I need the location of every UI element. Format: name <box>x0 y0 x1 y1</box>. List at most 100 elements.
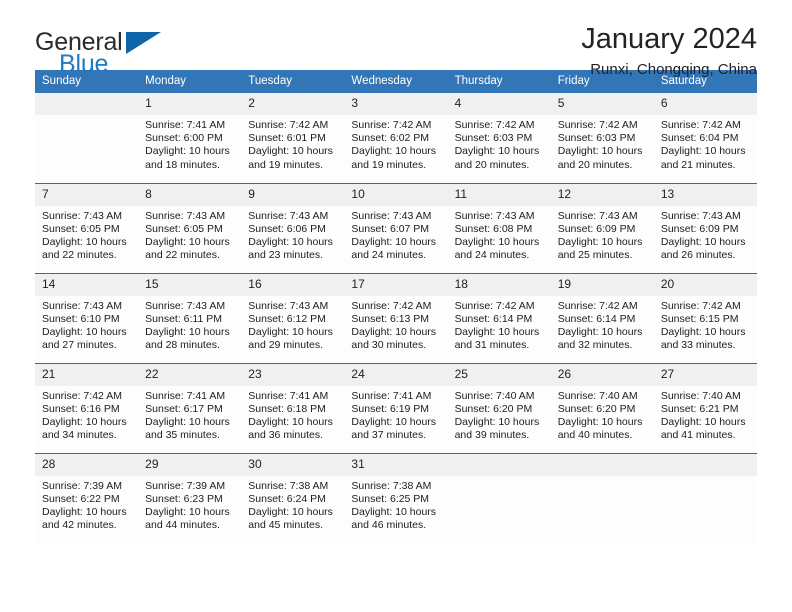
day-number: 14 <box>35 273 139 296</box>
day-cell[interactable]: 13 Sunrise: 7:43 AM Sunset: 6:09 PM Dayl… <box>653 182 757 273</box>
day-details: Sunrise: 7:43 AM Sunset: 6:05 PM Dayligh… <box>35 206 138 263</box>
day-cell[interactable]: 11 Sunrise: 7:43 AM Sunset: 6:08 PM Dayl… <box>447 182 551 273</box>
day-number: 22 <box>138 363 242 386</box>
page-title: January 2024 <box>581 23 757 55</box>
day-details: Sunrise: 7:41 AM Sunset: 6:19 PM Dayligh… <box>344 386 447 443</box>
sunset-text: Sunset: 6:25 PM <box>351 492 430 505</box>
day-cell[interactable]: 26 Sunrise: 7:40 AM Sunset: 6:20 PM Dayl… <box>550 362 654 453</box>
logo-text-blue: Blue <box>59 50 109 78</box>
sunset-text: Sunset: 6:16 PM <box>42 402 120 415</box>
day-cell[interactable]: 29 Sunrise: 7:39 AM Sunset: 6:23 PM Dayl… <box>138 452 242 543</box>
sunrise-text: Sunrise: 7:42 AM <box>454 119 535 131</box>
day-cell[interactable]: 20 Sunrise: 7:42 AM Sunset: 6:15 PM Dayl… <box>653 272 757 363</box>
daylight-line1: Daylight: 10 hours <box>145 325 230 338</box>
daylight-line1: Daylight: 10 hours <box>248 505 333 518</box>
sunset-text: Sunset: 6:17 PM <box>145 402 223 415</box>
day-details: Sunrise: 7:43 AM Sunset: 6:12 PM Dayligh… <box>241 296 344 353</box>
day-cell[interactable]: 10 Sunrise: 7:43 AM Sunset: 6:07 PM Dayl… <box>344 182 448 273</box>
day-number: 1 <box>138 93 242 115</box>
daylight-line2: and 23 minutes. <box>248 249 323 262</box>
day-cell[interactable]: 12 Sunrise: 7:43 AM Sunset: 6:09 PM Dayl… <box>550 182 654 273</box>
day-cell[interactable]: 3 Sunrise: 7:42 AM Sunset: 6:02 PM Dayli… <box>344 93 448 183</box>
day-cell[interactable]: 16 Sunrise: 7:43 AM Sunset: 6:12 PM Dayl… <box>241 272 345 363</box>
sunrise-text: Sunrise: 7:42 AM <box>557 299 638 312</box>
day-cell[interactable]: 19 Sunrise: 7:42 AM Sunset: 6:14 PM Dayl… <box>550 272 654 363</box>
day-cell[interactable]: 25 Sunrise: 7:40 AM Sunset: 6:20 PM Dayl… <box>447 362 551 453</box>
day-cell[interactable]: 6 Sunrise: 7:42 AM Sunset: 6:04 PM Dayli… <box>653 93 757 183</box>
sunset-text: Sunset: 6:15 PM <box>660 312 739 325</box>
day-details: Sunrise: 7:40 AM Sunset: 6:21 PM Dayligh… <box>654 386 757 443</box>
day-details: Sunrise: 7:43 AM Sunset: 6:08 PM Dayligh… <box>448 206 551 263</box>
day-cell[interactable]: 30 Sunrise: 7:38 AM Sunset: 6:24 PM Dayl… <box>241 452 345 543</box>
daylight-line2: and 40 minutes. <box>557 429 633 442</box>
daylight-line1: Daylight: 10 hours <box>145 235 230 248</box>
day-details <box>654 476 757 480</box>
daylight-line2: and 29 minutes. <box>248 339 323 352</box>
day-cell[interactable]: 31 Sunrise: 7:38 AM Sunset: 6:25 PM Dayl… <box>344 452 448 543</box>
daylight-line2: and 25 minutes. <box>557 249 633 262</box>
day-cell[interactable] <box>550 452 654 543</box>
day-cell[interactable]: 5 Sunrise: 7:42 AM Sunset: 6:03 PM Dayli… <box>550 93 654 183</box>
day-cell[interactable]: 1 Sunrise: 7:41 AM Sunset: 6:00 PM Dayli… <box>138 93 242 183</box>
day-cell[interactable]: 2 Sunrise: 7:42 AM Sunset: 6:01 PM Dayli… <box>241 93 345 183</box>
day-cell[interactable]: 23 Sunrise: 7:41 AM Sunset: 6:18 PM Dayl… <box>241 362 345 453</box>
daylight-line1: Daylight: 10 hours <box>660 145 746 158</box>
day-cell[interactable]: 9 Sunrise: 7:43 AM Sunset: 6:06 PM Dayli… <box>241 182 345 273</box>
daylight-line2: and 46 minutes. <box>351 519 427 532</box>
sunset-text: Sunset: 6:01 PM <box>248 132 326 145</box>
day-number: 8 <box>138 183 242 206</box>
day-cell[interactable]: 7 Sunrise: 7:43 AM Sunset: 6:05 PM Dayli… <box>35 182 139 273</box>
day-details: Sunrise: 7:38 AM Sunset: 6:25 PM Dayligh… <box>344 476 447 533</box>
day-cell[interactable]: 17 Sunrise: 7:42 AM Sunset: 6:13 PM Dayl… <box>344 272 448 363</box>
day-cell[interactable]: 28 Sunrise: 7:39 AM Sunset: 6:22 PM Dayl… <box>35 452 139 543</box>
sunrise-text: Sunrise: 7:41 AM <box>248 389 329 402</box>
day-cell[interactable]: 24 Sunrise: 7:41 AM Sunset: 6:19 PM Dayl… <box>344 362 448 453</box>
day-details: Sunrise: 7:42 AM Sunset: 6:16 PM Dayligh… <box>35 386 138 443</box>
daylight-line1: Daylight: 10 hours <box>42 415 127 428</box>
day-cell[interactable]: 27 Sunrise: 7:40 AM Sunset: 6:21 PM Dayl… <box>653 362 757 453</box>
day-details: Sunrise: 7:40 AM Sunset: 6:20 PM Dayligh… <box>448 386 551 443</box>
daylight-line2: and 33 minutes. <box>660 339 736 352</box>
day-cell[interactable]: 14 Sunrise: 7:43 AM Sunset: 6:10 PM Dayl… <box>35 272 139 363</box>
daylight-line1: Daylight: 10 hours <box>42 505 127 518</box>
sunset-text: Sunset: 6:20 PM <box>454 402 533 415</box>
day-number: 25 <box>447 363 551 386</box>
sunrise-text: Sunrise: 7:41 AM <box>145 119 226 131</box>
daylight-line2: and 18 minutes. <box>145 158 220 171</box>
daylight-line2: and 19 minutes. <box>248 158 323 171</box>
day-number: 18 <box>447 273 551 296</box>
day-cell[interactable]: 4 Sunrise: 7:42 AM Sunset: 6:03 PM Dayli… <box>447 93 551 183</box>
sunrise-text: Sunrise: 7:43 AM <box>557 209 638 222</box>
day-cell[interactable] <box>35 93 139 183</box>
day-details: Sunrise: 7:42 AM Sunset: 6:04 PM Dayligh… <box>654 115 757 172</box>
day-cell[interactable] <box>447 452 551 543</box>
day-details: Sunrise: 7:42 AM Sunset: 6:03 PM Dayligh… <box>551 115 654 172</box>
day-number <box>447 453 551 476</box>
day-details: Sunrise: 7:43 AM Sunset: 6:07 PM Dayligh… <box>344 206 447 263</box>
daylight-line1: Daylight: 10 hours <box>351 235 437 248</box>
day-details: Sunrise: 7:43 AM Sunset: 6:11 PM Dayligh… <box>138 296 241 353</box>
daylight-line1: Daylight: 10 hours <box>42 325 127 338</box>
daylight-line2: and 45 minutes. <box>248 519 323 532</box>
day-cell[interactable]: 18 Sunrise: 7:42 AM Sunset: 6:14 PM Dayl… <box>447 272 551 363</box>
daylight-line2: and 39 minutes. <box>454 429 530 442</box>
day-details: Sunrise: 7:41 AM Sunset: 6:18 PM Dayligh… <box>241 386 344 443</box>
day-number: 26 <box>550 363 654 386</box>
sunset-text: Sunset: 6:09 PM <box>660 222 739 235</box>
day-cell[interactable]: 8 Sunrise: 7:43 AM Sunset: 6:05 PM Dayli… <box>138 182 242 273</box>
day-cell[interactable]: 22 Sunrise: 7:41 AM Sunset: 6:17 PM Dayl… <box>138 362 242 453</box>
sunset-text: Sunset: 6:24 PM <box>248 492 326 505</box>
day-cell[interactable]: 21 Sunrise: 7:42 AM Sunset: 6:16 PM Dayl… <box>35 362 139 453</box>
general-blue-logo[interactable]: General Blue <box>35 30 255 82</box>
day-number: 5 <box>550 93 654 115</box>
day-number: 23 <box>241 363 345 386</box>
day-details: Sunrise: 7:43 AM Sunset: 6:05 PM Dayligh… <box>138 206 241 263</box>
day-cell[interactable]: 15 Sunrise: 7:43 AM Sunset: 6:11 PM Dayl… <box>138 272 242 363</box>
day-details: Sunrise: 7:42 AM Sunset: 6:03 PM Dayligh… <box>448 115 551 172</box>
daylight-line1: Daylight: 10 hours <box>557 145 643 158</box>
daylight-line2: and 22 minutes. <box>145 249 220 262</box>
day-cell[interactable] <box>653 452 757 543</box>
day-number: 29 <box>138 453 242 476</box>
sunrise-text: Sunrise: 7:40 AM <box>660 389 741 402</box>
sunset-text: Sunset: 6:06 PM <box>248 222 326 235</box>
